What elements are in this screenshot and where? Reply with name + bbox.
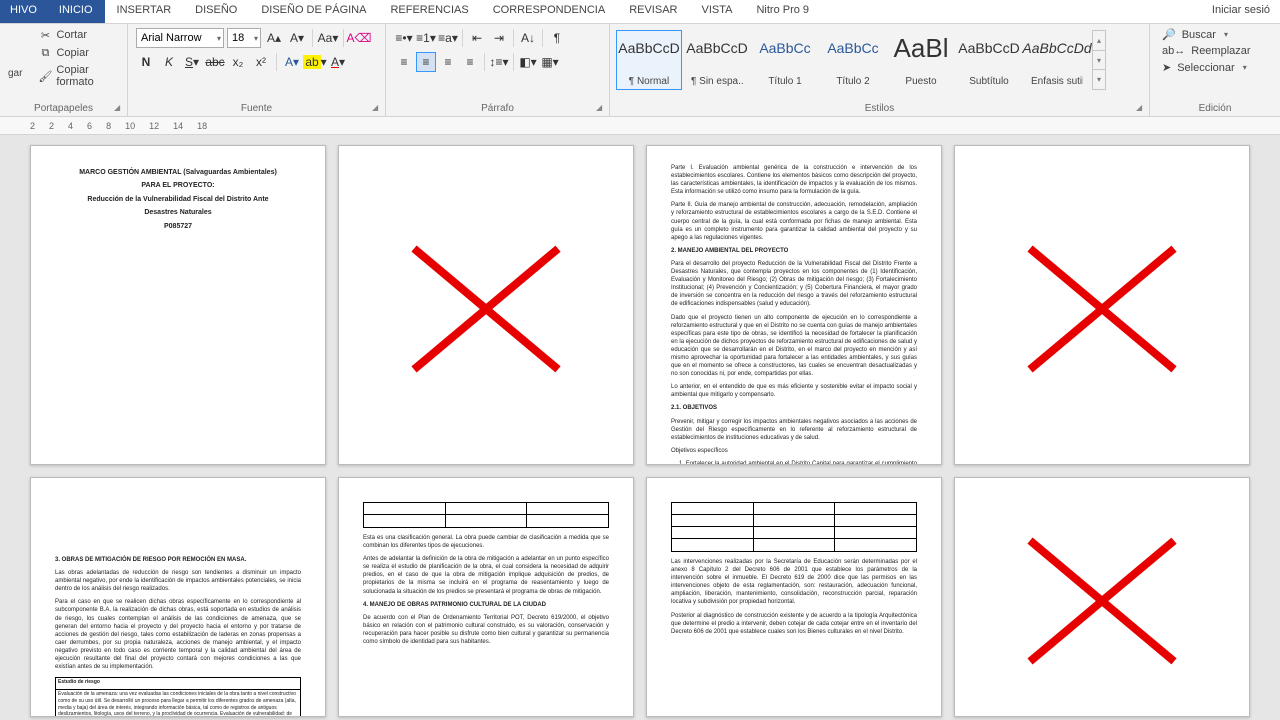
styles-launcher[interactable]: ◢ (1136, 103, 1146, 113)
copy-button[interactable]: ⧉ Copiar (38, 46, 117, 60)
replace-icon: ab↔ (1162, 45, 1185, 57)
red-x-overlay (955, 146, 1249, 464)
tab-mailings[interactable]: CORRESPONDENCIA (481, 0, 617, 23)
table (363, 502, 609, 528)
group-label-paragraph: Párrafo (386, 103, 609, 114)
document-area[interactable]: MARCO GESTIÓN AMBIENTAL (Salvaguardas Am… (0, 135, 1280, 720)
font-size-combo[interactable]: 18▾ (227, 28, 261, 48)
group-styles: AaBbCcD¶ NormalAaBbCcD¶ Sin espa...AaBbC… (610, 24, 1150, 116)
tab-view[interactable]: VISTA (689, 0, 744, 23)
page-thumbnail-2[interactable] (338, 145, 634, 465)
horizontal-ruler[interactable]: 2246810121418 (0, 117, 1280, 135)
page-thumbnail-3[interactable]: Parte I. Evaluación ambiental genérica d… (646, 145, 942, 465)
page-thumbnail-7[interactable]: Las intervenciones realizadas por la Sec… (646, 477, 942, 717)
align-center-button[interactable]: ≡ (416, 52, 436, 72)
text-effects-button[interactable]: A▾ (282, 52, 302, 72)
align-left-button[interactable]: ≡ (394, 52, 414, 72)
style-t-tulo-2[interactable]: AaBbCcTítulo 2 (820, 30, 886, 90)
align-right-button[interactable]: ≡ (438, 52, 458, 72)
style-puesto[interactable]: AaBlPuesto (888, 30, 954, 90)
scissors-icon: ✂ (38, 28, 52, 42)
styles-gallery-handle[interactable]: ▴▾▾ (1092, 30, 1106, 90)
tab-nitro[interactable]: Nitro Pro 9 (744, 0, 821, 23)
grow-font-button[interactable]: A▴ (264, 28, 284, 48)
paragraph-launcher[interactable]: ◢ (596, 103, 606, 113)
table: Estudio de riesgo Evaluación de la amena… (55, 677, 301, 717)
subscript-button[interactable]: x₂ (228, 52, 248, 72)
group-label-editing: Edición (1150, 103, 1280, 114)
tab-file[interactable]: HIVO (0, 0, 47, 23)
style---sin-espa---[interactable]: AaBbCcD¶ Sin espa... (684, 30, 750, 90)
cut-button[interactable]: ✂ Cortar (38, 28, 117, 42)
cursor-icon: ➤ (1162, 61, 1171, 74)
font-name-combo[interactable]: Arial Narrow▾ (136, 28, 224, 48)
borders-button[interactable]: ▦▾ (540, 52, 560, 72)
style--nfasis-sutil[interactable]: AaBbCcDdÉnfasis sutil (1024, 30, 1090, 90)
tab-layout[interactable]: DISEÑO DE PÁGINA (249, 0, 378, 23)
group-font: Arial Narrow▾ 18▾ A▴ A▾ Aa▾ A⌫ N K S▾ ab… (128, 24, 386, 116)
ribbon: gar ✂ Cortar ⧉ Copiar 🖌 Copiar formato P… (0, 24, 1280, 117)
copy-icon: ⧉ (38, 46, 52, 60)
group-editing: 🔎 Buscar▾ ab↔ Reemplazar ➤ Seleccionar▾ … (1150, 24, 1280, 116)
page-thumbnail-1[interactable]: MARCO GESTIÓN AMBIENTAL (Salvaguardas Am… (30, 145, 326, 465)
tab-insert[interactable]: INSERTAR (105, 0, 184, 23)
tab-review[interactable]: REVISAR (617, 0, 689, 23)
group-label-clipboard: Portapapeles (0, 103, 127, 114)
paste-icon: gar (8, 68, 22, 79)
red-x-overlay (339, 146, 633, 464)
font-color-button[interactable]: A▾ (328, 52, 348, 72)
clear-format-button[interactable]: A⌫ (349, 28, 369, 48)
shrink-font-button[interactable]: A▾ (287, 28, 307, 48)
group-label-styles: Estilos (610, 103, 1149, 114)
tab-design[interactable]: DISEÑO (183, 0, 249, 23)
signin-link[interactable]: Iniciar sesió (1202, 0, 1280, 23)
group-clipboard: gar ✂ Cortar ⧉ Copiar 🖌 Copiar formato P… (0, 24, 128, 116)
tab-references[interactable]: REFERENCIAS (378, 0, 480, 23)
font-launcher[interactable]: ◢ (372, 103, 382, 113)
shading-button[interactable]: ◧▾ (518, 52, 538, 72)
paste-button[interactable]: gar (4, 26, 26, 90)
page-thumbnail-6[interactable]: Esta es una clasificación general. La ob… (338, 477, 634, 717)
group-label-font: Fuente (128, 103, 385, 114)
numbering-button[interactable]: ≡1▾ (416, 28, 436, 48)
style-subt-tulo[interactable]: AaBbCcDSubtítulo (956, 30, 1022, 90)
increase-indent-button[interactable]: ⇥ (489, 28, 509, 48)
show-marks-button[interactable]: ¶ (547, 28, 567, 48)
red-x-overlay (955, 478, 1249, 716)
table (671, 502, 917, 552)
bold-button[interactable]: N (136, 52, 156, 72)
change-case-button[interactable]: Aa▾ (318, 28, 338, 48)
decrease-indent-button[interactable]: ⇤ (467, 28, 487, 48)
group-paragraph: ≡•▾ ≡1▾ ≡a▾ ⇤ ⇥ A↓ ¶ ≡ ≡ ≡ ≡ ↕≡▾ ◧▾ ▦ (386, 24, 610, 116)
style---normal[interactable]: AaBbCcD¶ Normal (616, 30, 682, 90)
replace-button[interactable]: ab↔ Reemplazar (1162, 45, 1268, 57)
tab-home[interactable]: INICIO (47, 0, 105, 23)
binoculars-icon: 🔎 (1162, 28, 1176, 41)
multilevel-button[interactable]: ≡a▾ (438, 28, 458, 48)
page-thumbnail-5[interactable]: 3. OBRAS DE MITIGACIÓN DE RIESGO POR REM… (30, 477, 326, 717)
justify-button[interactable]: ≡ (460, 52, 480, 72)
page-thumbnail-4[interactable] (954, 145, 1250, 465)
bullets-button[interactable]: ≡•▾ (394, 28, 414, 48)
strike-button[interactable]: abc (205, 52, 225, 72)
italic-button[interactable]: K (159, 52, 179, 72)
highlight-button[interactable]: ab▾ (305, 52, 325, 72)
superscript-button[interactable]: x² (251, 52, 271, 72)
sort-button[interactable]: A↓ (518, 28, 538, 48)
format-painter-button[interactable]: 🖌 Copiar formato (38, 64, 117, 88)
find-button[interactable]: 🔎 Buscar▾ (1162, 28, 1268, 41)
clipboard-launcher[interactable]: ◢ (114, 103, 124, 113)
page-thumbnail-8[interactable] (954, 477, 1250, 717)
brush-icon: 🖌 (38, 69, 52, 83)
style-t-tulo-1[interactable]: AaBbCcTítulo 1 (752, 30, 818, 90)
underline-button[interactable]: S▾ (182, 52, 202, 72)
line-spacing-button[interactable]: ↕≡▾ (489, 52, 509, 72)
select-button[interactable]: ➤ Seleccionar▾ (1162, 61, 1268, 74)
ribbon-tabs: HIVO INICIO INSERTAR DISEÑO DISEÑO DE PÁ… (0, 0, 1280, 24)
